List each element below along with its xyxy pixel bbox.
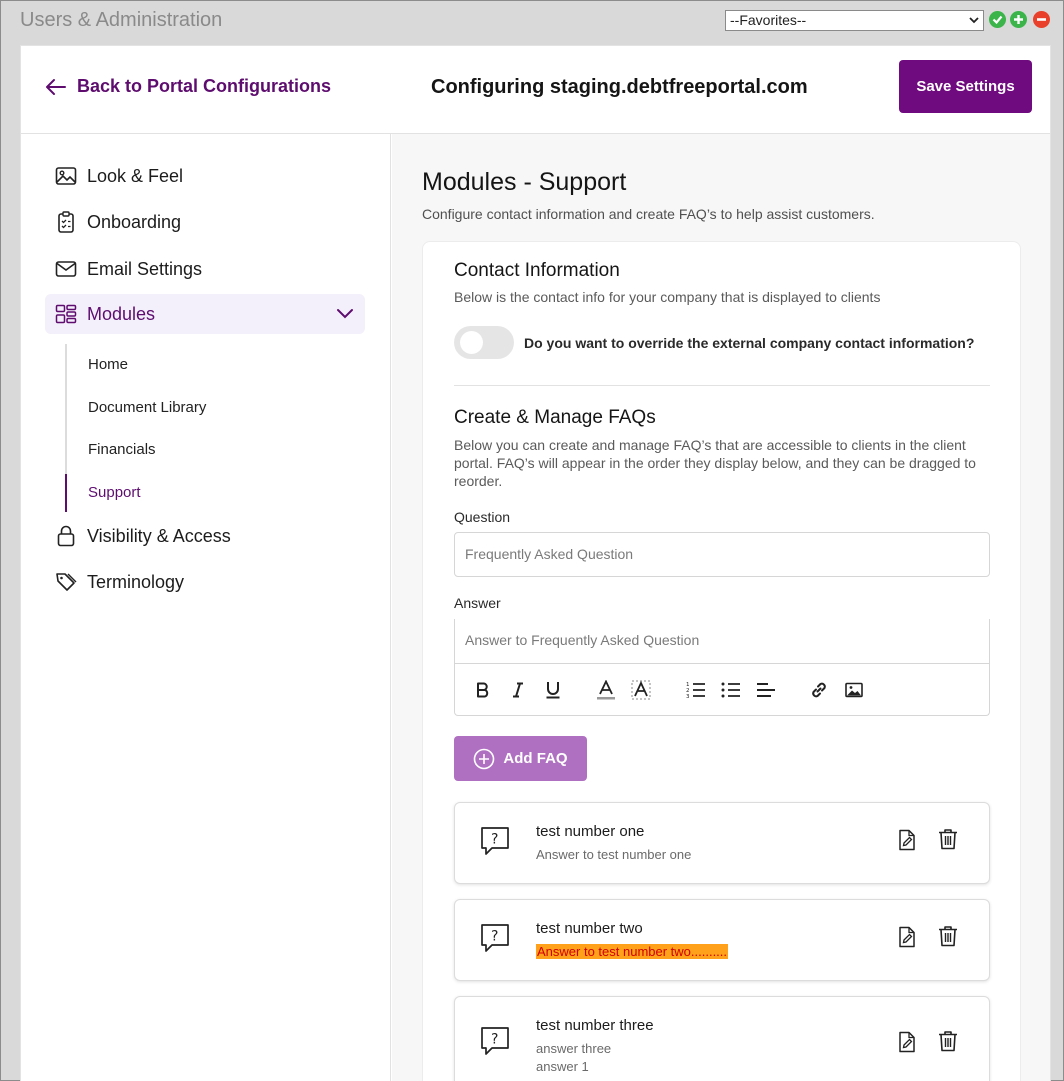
submenu-item-document-library[interactable]: Document Library: [88, 399, 206, 416]
submenu-item-support[interactable]: Support: [88, 484, 141, 501]
override-contact-toggle[interactable]: [454, 326, 514, 359]
contact-info-description: Below is the contact info for your compa…: [454, 289, 881, 305]
svg-text:?: ?: [491, 1032, 498, 1048]
text-color-icon[interactable]: [595, 679, 617, 701]
image-icon: [55, 165, 77, 187]
align-left-icon[interactable]: [755, 679, 777, 701]
add-favorite-icon[interactable]: [1010, 11, 1027, 28]
sidebar-item-label: Look & Feel: [87, 165, 184, 186]
sidebar-item-label: Onboarding: [87, 211, 182, 232]
save-settings-button[interactable]: Save Settings: [899, 60, 1032, 113]
submenu-item-financials[interactable]: Financials: [88, 441, 156, 458]
faq-question: test number two: [536, 920, 643, 937]
faq-answer: answer three: [536, 1041, 612, 1056]
question-input[interactable]: Frequently Asked Question: [454, 532, 990, 577]
contact-info-title: Contact Information: [454, 260, 620, 281]
plus-circle-icon: [474, 748, 495, 769]
faqs-title: Create & Manage FAQs: [454, 407, 656, 428]
faq-question: test number three: [536, 1017, 654, 1034]
lock-icon: [55, 525, 77, 547]
divider: [454, 385, 990, 386]
link-icon[interactable]: [808, 679, 830, 701]
submenu-active-indicator: [65, 474, 67, 512]
app-topbar: Users & Administration --Favorites--: [1, 1, 1063, 41]
italic-icon[interactable]: [507, 679, 529, 701]
sidebar-item-label: Email Settings: [87, 258, 203, 279]
question-bubble-icon: ?: [481, 827, 509, 855]
faq-item[interactable]: ? test number two Answer to test number …: [454, 899, 990, 981]
window-frame: Users & Administration --Favorites-- Bac…: [0, 0, 1064, 1081]
faq-answer-extra: answer 1: [536, 1059, 589, 1074]
question-label: Question: [454, 509, 511, 525]
faqs-description: Below you can create and manage FAQ’s th…: [454, 437, 976, 489]
edit-icon[interactable]: [898, 829, 916, 851]
tag-icon: [55, 571, 77, 593]
sidebar-item-label: Modules: [87, 303, 156, 324]
portal-config-card: Back to Portal Configurations Configurin…: [20, 45, 1051, 1081]
arrow-left-icon: [46, 78, 66, 95]
underline-icon[interactable]: [542, 679, 564, 701]
sidebar-item-visibility-access[interactable]: Visibility & Access: [45, 516, 365, 556]
sidebar-item-email-settings[interactable]: Email Settings: [45, 249, 365, 289]
settings-sidebar: Look & Feel Onboarding Email Settings Mo…: [21, 134, 391, 1081]
modules-grid-icon: [55, 303, 77, 325]
sidebar-item-look-and-feel[interactable]: Look & Feel: [45, 156, 365, 196]
question-bubble-icon: ?: [481, 1027, 509, 1055]
chevron-down-icon[interactable]: [335, 304, 355, 324]
svg-text:?: ?: [491, 929, 498, 945]
answer-label: Answer: [454, 595, 501, 611]
add-faq-button[interactable]: Add FAQ: [454, 736, 587, 781]
sidebar-item-modules[interactable]: Modules: [45, 294, 365, 334]
sidebar-item-label: Visibility & Access: [87, 525, 231, 546]
highlight-icon[interactable]: [630, 679, 652, 701]
submenu-item-home[interactable]: Home: [88, 356, 128, 373]
sidebar-item-onboarding[interactable]: Onboarding: [45, 202, 365, 242]
back-link-label: Back to Portal Configurations: [77, 76, 332, 96]
favorites-select[interactable]: --Favorites--: [725, 10, 984, 31]
edit-icon[interactable]: [898, 926, 916, 948]
main-content: Modules - Support Configure contact info…: [392, 134, 1050, 1081]
chevron-down-icon: [969, 17, 979, 24]
page-header: Back to Portal Configurations Configurin…: [21, 46, 1050, 134]
add-faq-label: Add FAQ: [503, 750, 568, 767]
faq-item[interactable]: ? test number three answer three answer …: [454, 996, 990, 1081]
editor-toolbar: 123: [455, 663, 989, 716]
support-settings-panel: Contact Information Below is the contact…: [422, 241, 1021, 1081]
question-bubble-icon: ?: [481, 924, 509, 952]
answer-editor-placeholder: Answer to Frequently Asked Question: [465, 632, 700, 648]
favorites-select-value: --Favorites--: [730, 12, 807, 28]
trash-icon[interactable]: [938, 828, 958, 850]
bold-icon[interactable]: [472, 679, 494, 701]
page-title: Configuring staging.debtfreeportal.com: [431, 76, 808, 98]
trash-icon[interactable]: [938, 1030, 958, 1052]
section-heading: Modules - Support: [422, 168, 627, 196]
trash-icon[interactable]: [938, 925, 958, 947]
override-contact-label: Do you want to override the external com…: [524, 335, 975, 351]
back-to-portal-configurations-link[interactable]: Back to Portal Configurations: [45, 76, 331, 97]
clipboard-checklist-icon: [55, 211, 77, 233]
svg-text:3: 3: [686, 694, 690, 699]
remove-favorite-icon[interactable]: [1033, 11, 1050, 28]
answer-editor[interactable]: Answer to Frequently Asked Question 1 2 …: [454, 619, 990, 716]
check-icon[interactable]: [989, 11, 1006, 28]
toggle-knob: [460, 331, 483, 354]
ordered-list-icon[interactable]: 123: [685, 679, 707, 701]
sidebar-item-terminology[interactable]: Terminology: [45, 562, 365, 602]
image-icon[interactable]: [843, 679, 865, 701]
svg-text:?: ?: [491, 832, 498, 848]
bullet-list-icon[interactable]: [720, 679, 742, 701]
faq-item[interactable]: ? test number one Answer to test number …: [454, 802, 990, 884]
envelope-icon: [55, 258, 77, 280]
sidebar-item-label: Terminology: [87, 571, 185, 592]
faq-answer: Answer to test number one: [536, 847, 692, 862]
app-title: Users & Administration: [20, 9, 223, 31]
edit-icon[interactable]: [898, 1031, 916, 1053]
faq-question: test number one: [536, 823, 645, 840]
section-description: Configure contact information and create…: [422, 206, 875, 222]
faq-answer-highlighted: Answer to test number two..........: [536, 944, 729, 959]
